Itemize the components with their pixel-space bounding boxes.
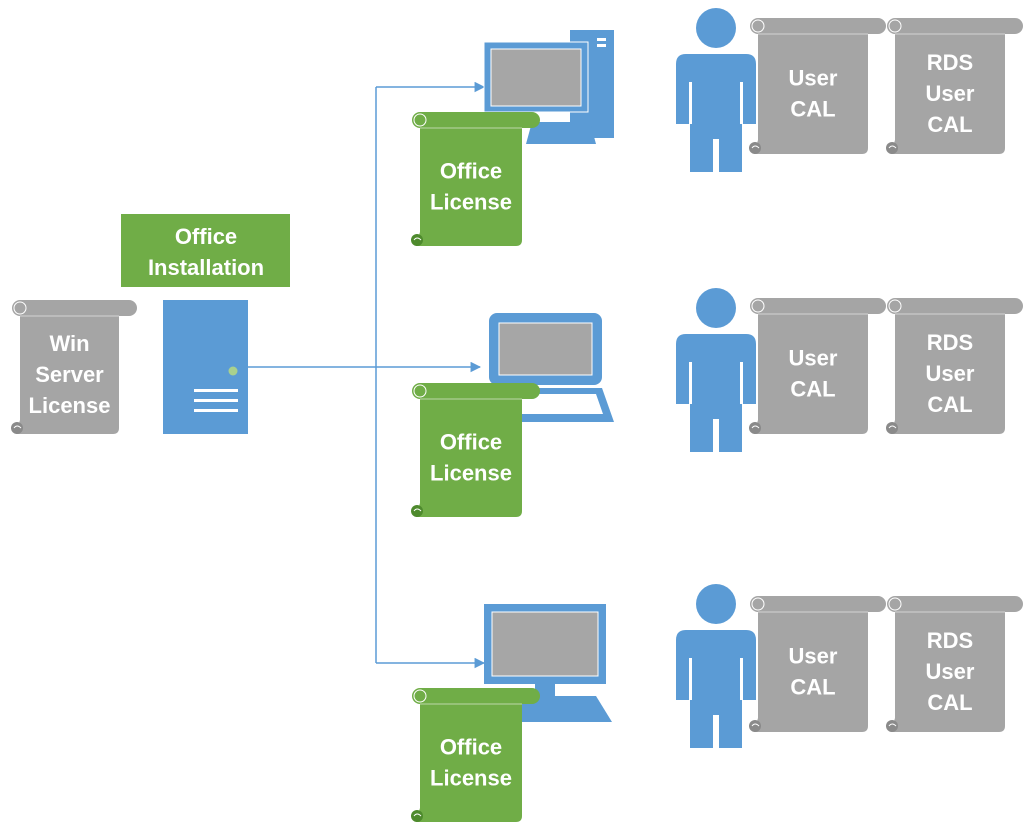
rds-user-cal-scroll-1-line-2: User bbox=[926, 81, 975, 106]
rds-user-cal-scroll-1-line-3: CAL bbox=[927, 112, 972, 137]
rds-user-cal-scroll-2-line-2: User bbox=[926, 361, 975, 386]
rds-user-cal-scroll-2-line-1: RDS bbox=[927, 330, 973, 355]
office-license-scroll-1: Office License bbox=[411, 112, 540, 246]
user-cal-scroll-2-line-1: User bbox=[789, 345, 838, 370]
rds-user-cal-scroll-2-line-3: CAL bbox=[927, 392, 972, 417]
user-icon bbox=[676, 288, 756, 452]
user-cal-scroll-3: User CAL bbox=[749, 596, 886, 732]
office-license-scroll-3: Office License bbox=[411, 688, 540, 822]
user-icon bbox=[676, 584, 756, 748]
win-server-license: Win Server License bbox=[11, 300, 137, 434]
rds-user-cal-scroll-1: RDS User CAL bbox=[886, 18, 1023, 154]
licensing-diagram: Win Server License Office Installation Off… bbox=[11, 8, 1023, 822]
office-installation-box: Office Installation bbox=[121, 214, 290, 287]
office-license-scroll-1-line-2: License bbox=[430, 189, 512, 214]
user-cal-scroll-3-line-2: CAL bbox=[790, 674, 835, 699]
office-license-scroll-2-line-2: License bbox=[430, 460, 512, 485]
user-cal-scroll-3-line-1: User bbox=[789, 643, 838, 668]
office-license-scroll-3-line-2: License bbox=[430, 765, 512, 790]
rds-user-cal-scroll-1-line-1: RDS bbox=[927, 50, 973, 75]
user-icon bbox=[676, 8, 756, 172]
win-server-license-scroll-line-1: Win bbox=[49, 331, 89, 356]
user-cal-scroll-1-line-1: User bbox=[789, 65, 838, 90]
user-cal-scroll-1-line-2: CAL bbox=[790, 96, 835, 121]
win-server-license-scroll-line-3: License bbox=[29, 393, 111, 418]
office-license-scroll-3-line-1: Office bbox=[440, 734, 502, 759]
rds-user-cal-scroll-3-line-1: RDS bbox=[927, 628, 973, 653]
user-cal-scroll-2-line-2: CAL bbox=[790, 376, 835, 401]
win-server-license-scroll: Win Server License bbox=[11, 300, 137, 434]
office-license-scroll-2: Office License bbox=[411, 383, 540, 517]
rds-user-cal-scroll-3-line-2: User bbox=[926, 659, 975, 684]
office-installation-line-1: Office bbox=[175, 224, 237, 249]
win-server-license-scroll-line-2: Server bbox=[35, 362, 104, 387]
rds-user-cal-scroll-3: RDS User CAL bbox=[886, 596, 1023, 732]
rds-user-cal-scroll-3-line-3: CAL bbox=[927, 690, 972, 715]
office-license-scroll-1-line-1: Office bbox=[440, 158, 502, 183]
server-icon bbox=[163, 300, 248, 434]
office-installation-line-2: Installation bbox=[148, 255, 264, 280]
user-cal-scroll-2: User CAL bbox=[749, 298, 886, 434]
rds-user-cal-scroll-2: RDS User CAL bbox=[886, 298, 1023, 434]
user-cal-scroll-1: User CAL bbox=[749, 18, 886, 154]
office-license-scroll-2-line-1: Office bbox=[440, 429, 502, 454]
